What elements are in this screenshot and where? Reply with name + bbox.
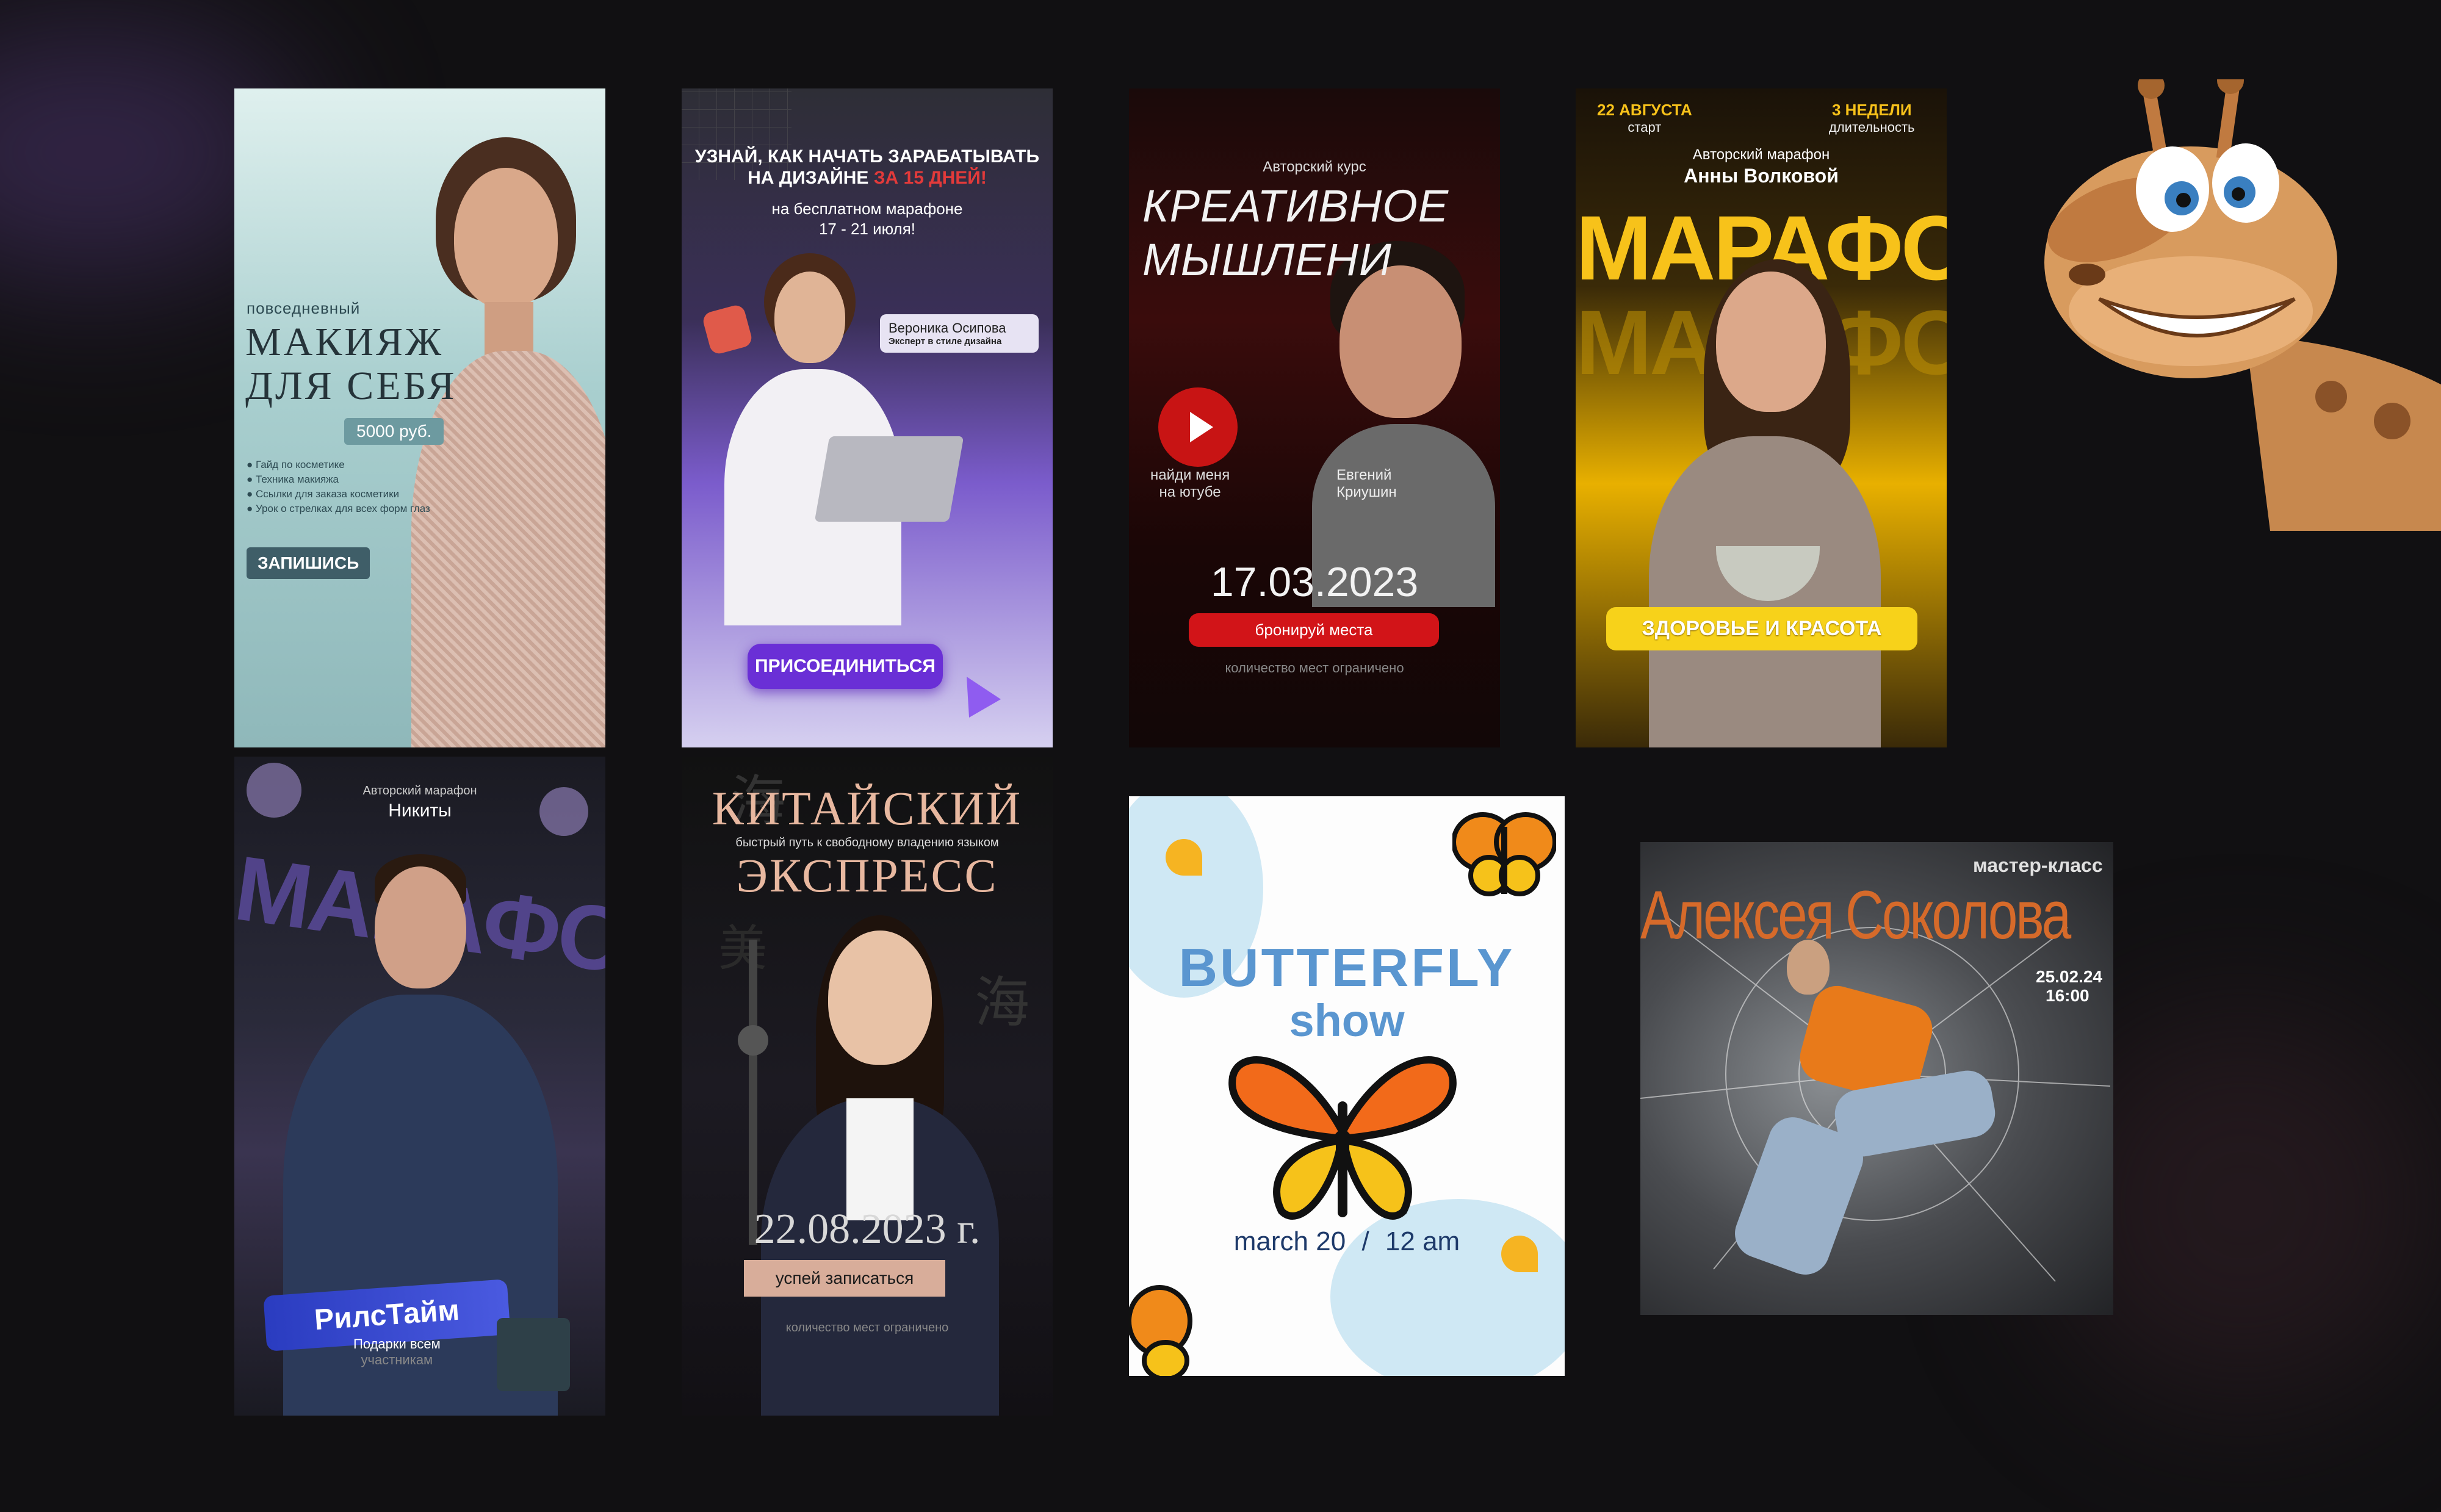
expert-name: Вероника Осипова: [889, 320, 1006, 336]
card6-cta-button[interactable]: успей записаться: [744, 1260, 945, 1297]
card-creative-thinking: Авторский курс КРЕАТИВНОЕ МЫШЛЕНИ найди …: [1129, 88, 1500, 747]
card1-title-line2: ДЛЯ СЕБЯ: [245, 364, 457, 408]
headline-highlight: ЗА 15 ДНЕЙ!: [873, 168, 987, 188]
bullet-item: ● Техника макияжа: [247, 473, 339, 485]
card5-author: Никиты: [388, 801, 452, 821]
date-sub: старт: [1628, 120, 1662, 135]
card4-badge: ЗДОРОВЬЕ И КРАСОТА: [1606, 607, 1917, 650]
gift-line1: Подарки всем: [353, 1336, 441, 1352]
card1-subtitle: повседневный: [247, 299, 361, 317]
author-line2: Криушин: [1336, 484, 1397, 500]
card3-kicker: Авторский курс: [1263, 159, 1366, 175]
bullet-text: Ссылки для заказа косметики: [256, 488, 400, 500]
duration-sub: длительность: [1829, 120, 1915, 135]
card7-title1: BUTTERFLY: [1178, 937, 1515, 998]
card2-headline2: НА ДИЗАЙНЕ ЗА 15 ДНЕЙ!: [682, 168, 1053, 189]
card1-bullets: ● Гайд по косметике ● Техника макияжа ● …: [247, 458, 430, 516]
card5-kicker: Авторский марафон: [362, 784, 477, 797]
bullet-text: Техника макияжа: [256, 473, 339, 485]
card8-date: 25.02.24: [2036, 967, 2102, 986]
headline-part: НА ДИЗАЙНЕ: [748, 168, 869, 188]
card4-author: Анны Волковой: [1684, 165, 1839, 187]
card6-title1: КИТАЙСКИЙ: [712, 782, 1023, 835]
card7-date-time: march 20 / 12 am: [1129, 1226, 1565, 1257]
card6-note: количество мест ограничено: [785, 1321, 949, 1334]
bullet-text: Урок о стрелках для всех форм глаз: [256, 503, 430, 514]
butterfly-corner-icon: [1129, 1284, 1208, 1376]
separator: /: [1361, 1226, 1369, 1256]
butterfly-icon: [1452, 808, 1556, 900]
card2-cta-button[interactable]: ПРИСОЕДИНИТЬСЯ: [748, 644, 943, 689]
bullet-item: ● Гайд по косметике: [247, 459, 345, 470]
card2-line3: на бесплатном марафоне: [771, 200, 963, 218]
card5-gift-text: Подарки всем участникам: [353, 1336, 441, 1368]
woman-with-salad: [1637, 259, 1893, 747]
card-design-marathon: УЗНАЙ, КАК НАЧАТЬ ЗАРАБАТЫВАТЬ НА ДИЗАЙН…: [682, 88, 1053, 747]
expert-role: Эксперт в стиле дизайна: [889, 336, 1002, 347]
card2-line4: 17 - 21 июля!: [818, 220, 916, 238]
card1-price: 5000 руб.: [344, 418, 444, 445]
bullet-item: ● Ссылки для заказа косметики: [247, 488, 400, 500]
card-butterfly-show: BUTTERFLY show march 20 / 12 am: [1129, 796, 1565, 1376]
youtube-line1: найди меня: [1150, 467, 1230, 483]
card4-duration: 3 НЕДЕЛИ длительность: [1829, 101, 1915, 135]
card4-date: 22 АВГУСТА старт: [1597, 101, 1692, 135]
flower-icon: [1166, 839, 1202, 876]
author-line1: Евгений: [1336, 467, 1392, 483]
card8-time: 16:00: [2046, 986, 2089, 1005]
card1-cta-button[interactable]: ЗАПИШИСЬ: [247, 547, 370, 579]
youtube-line2: на ютубе: [1159, 484, 1221, 500]
event-date: march 20: [1233, 1226, 1346, 1256]
date-top: 22 АВГУСТА: [1597, 101, 1692, 119]
bullet-item: ● Урок о стрелках для всех форм глаз: [247, 503, 430, 514]
card2-expert-badge: Вероника Осипова Эксперт в стиле дизайна: [880, 314, 1039, 353]
card3-youtube-text: найди меня на ютубе: [1150, 467, 1230, 501]
youtube-play-icon[interactable]: [1158, 387, 1238, 467]
card3-note: количество мест ограничено: [1225, 660, 1404, 675]
dancer-figure: [1714, 940, 2055, 1282]
gift-box-icon: [497, 1318, 570, 1391]
card-reels-marathon: Авторский марафон Никиты МАРАФОН РилсТай…: [234, 757, 605, 1416]
card3-title2: МЫШЛЕНИ: [1142, 234, 1392, 285]
card-chinese-express: 海 海 美 КИТАЙСКИЙ быстрый путь к свободном…: [682, 757, 1053, 1416]
card-health-marathon: 22 АВГУСТА старт 3 НЕДЕЛИ длительность А…: [1576, 88, 1947, 747]
card7-title2: show: [1289, 995, 1405, 1046]
giraffe-illustration: [1989, 79, 2441, 531]
duration-top: 3 НЕДЕЛИ: [1831, 101, 1912, 119]
asian-woman-portrait: [749, 915, 1005, 1416]
card6-title2: ЭКСПРЕСС: [736, 849, 998, 902]
card-makeup: повседневный МАКИЯЖ ДЛЯ СЕБЯ 5000 руб. ●…: [234, 88, 605, 747]
card3-cta-button[interactable]: бронируй места: [1189, 613, 1439, 647]
event-time: 12 am: [1385, 1226, 1460, 1256]
card3-title1: КРЕАТИВНОЕ: [1142, 181, 1449, 231]
card3-author: Евгений Криушин: [1336, 467, 1397, 501]
card8-name: Алексея Соколова: [1640, 877, 2071, 953]
card1-title-line1: МАКИЯЖ: [245, 320, 444, 364]
card-masterclass: мастер-класс Алексея Соколова 25.02.24 1…: [1640, 842, 2113, 1315]
card8-kicker: мастер-класс: [1973, 854, 2103, 876]
card6-date: 22.08.2023 г.: [754, 1206, 981, 1253]
card3-date: 17.03.2023: [1210, 559, 1419, 605]
man-portrait: [1312, 241, 1500, 607]
card4-kicker: Авторский марафон: [1692, 146, 1830, 163]
gift-line2: участникам: [361, 1352, 433, 1367]
butterfly-main-icon: [1227, 1040, 1458, 1229]
bullet-text: Гайд по косметике: [256, 459, 345, 470]
card2-headline1: УЗНАЙ, КАК НАЧАТЬ ЗАРАБАТЫВАТЬ: [694, 146, 1040, 167]
